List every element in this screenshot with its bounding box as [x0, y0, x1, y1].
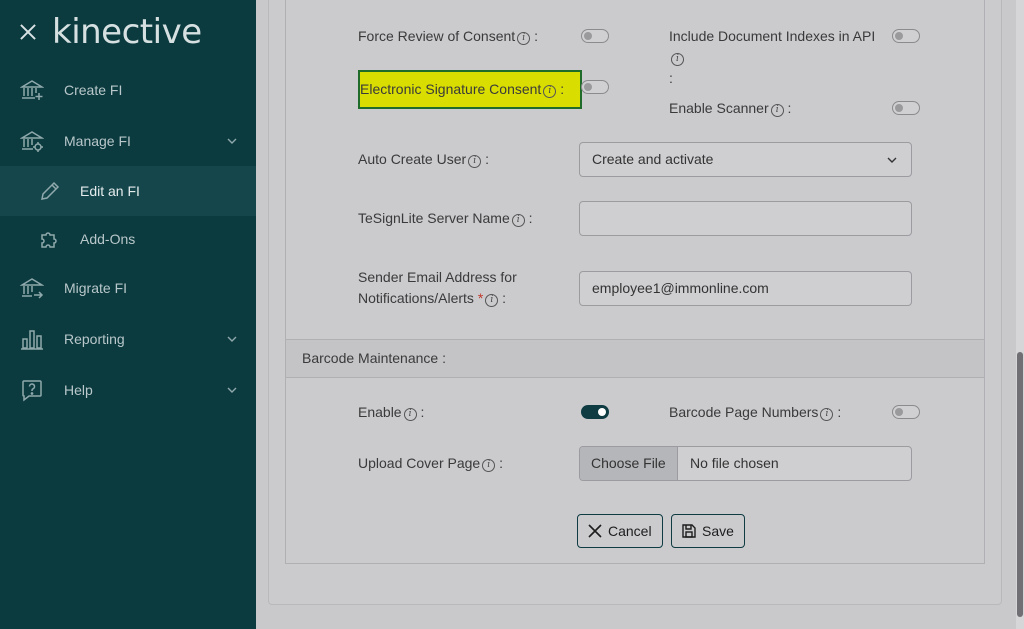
main-content: Force Review of Consent i : Include Docum… [256, 0, 1016, 629]
auto-create-user-label: Auto Create User i : [358, 151, 489, 168]
bank-gear-icon [20, 131, 44, 152]
sidebar-item-create-fi[interactable]: Create FI [0, 65, 256, 115]
enable-scanner-toggle[interactable] [892, 101, 920, 115]
sidebar-item-add-ons[interactable]: Add-Ons [0, 214, 256, 264]
tesignlite-label: TeSignLite Server Name i : [358, 210, 533, 227]
kinective-logo: kinective [52, 12, 202, 52]
info-icon[interactable]: i [543, 85, 557, 98]
upload-cover-label: Upload Cover Page i : [358, 455, 503, 472]
auto-create-user-select[interactable]: Create and activate [579, 142, 912, 177]
esig-consent-label: Electronic Signature Consent i : [360, 81, 565, 98]
sidebar-item-reporting[interactable]: Reporting [0, 314, 256, 364]
bank-plus-icon [20, 80, 44, 100]
settings-panel: Force Review of Consent i : Include Docum… [285, 0, 985, 564]
info-icon[interactable]: i [517, 32, 531, 45]
sidebar-item-label: Add-Ons [80, 231, 136, 247]
bank-arrow-icon [20, 278, 44, 299]
info-icon[interactable]: i [671, 53, 684, 66]
info-icon[interactable]: i [468, 155, 482, 168]
sidebar-item-manage-fi[interactable]: Manage FI [0, 116, 256, 166]
sidebar-item-label: Create FI [64, 82, 123, 98]
sidebar-item-label: Edit an FI [80, 183, 140, 199]
barcode-page-numbers-label: Barcode Page Numbers i : [669, 404, 842, 421]
puzzle-icon [41, 232, 57, 248]
cancel-button[interactable]: Cancel [577, 514, 663, 548]
enable-scanner-label: Enable Scanner i : [669, 100, 792, 117]
info-icon[interactable]: i [403, 408, 417, 421]
sender-email-input[interactable]: employee1@immonline.com [579, 271, 912, 306]
sidebar-item-label: Reporting [64, 331, 125, 347]
page-scrollbar[interactable] [1016, 0, 1024, 629]
force-review-toggle[interactable] [581, 29, 609, 43]
chevron-down-icon [227, 336, 237, 342]
include-doc-indexes-toggle[interactable] [892, 29, 920, 43]
barcode-enable-toggle[interactable] [581, 405, 609, 419]
close-icon[interactable] [18, 22, 38, 42]
sidebar-item-help[interactable]: Help [0, 365, 256, 415]
pencil-icon [41, 181, 60, 200]
barcode-page-numbers-toggle[interactable] [892, 405, 920, 419]
file-status-text: No file chosen [690, 455, 779, 471]
sidebar-item-label: Help [64, 382, 93, 398]
esig-consent-toggle[interactable] [581, 80, 609, 94]
tesignlite-input[interactable] [579, 201, 912, 236]
info-icon[interactable]: i [770, 104, 784, 117]
scrollbar-thumb[interactable] [1017, 352, 1023, 617]
barcode-maintenance-header: Barcode Maintenance : [286, 339, 984, 378]
sidebar-item-edit-fi[interactable]: Edit an FI [0, 166, 256, 216]
sidebar-item-label: Manage FI [64, 133, 131, 149]
include-doc-indexes-label: Include Document Indexes in APIi: [669, 28, 876, 86]
sidebar: kinective Create FI Manage FI Edit an FI… [0, 0, 256, 629]
bar-chart-icon [21, 330, 43, 350]
force-review-label: Force Review of Consent i : [358, 28, 538, 45]
info-icon[interactable]: i [482, 459, 496, 472]
choose-file-button[interactable]: Choose File [580, 447, 678, 480]
help-icon [22, 380, 42, 402]
save-button[interactable]: Save [671, 514, 745, 548]
info-icon[interactable]: i [511, 214, 525, 227]
floppy-disk-icon [682, 524, 696, 538]
info-icon[interactable]: i [485, 294, 499, 307]
sidebar-header: kinective [0, 0, 256, 64]
chevron-down-icon [887, 157, 897, 163]
chevron-down-icon [227, 387, 237, 393]
close-icon [588, 524, 602, 538]
barcode-enable-label: Enable i : [358, 404, 425, 421]
cover-page-file-input[interactable]: Choose File No file chosen [579, 446, 912, 481]
sidebar-item-label: Migrate FI [64, 280, 128, 296]
info-icon[interactable]: i [820, 408, 834, 421]
sender-email-label: Sender Email Address for Notifications/A… [358, 269, 517, 307]
sidebar-item-migrate-fi[interactable]: Migrate FI [0, 263, 256, 313]
chevron-down-icon [227, 138, 237, 144]
